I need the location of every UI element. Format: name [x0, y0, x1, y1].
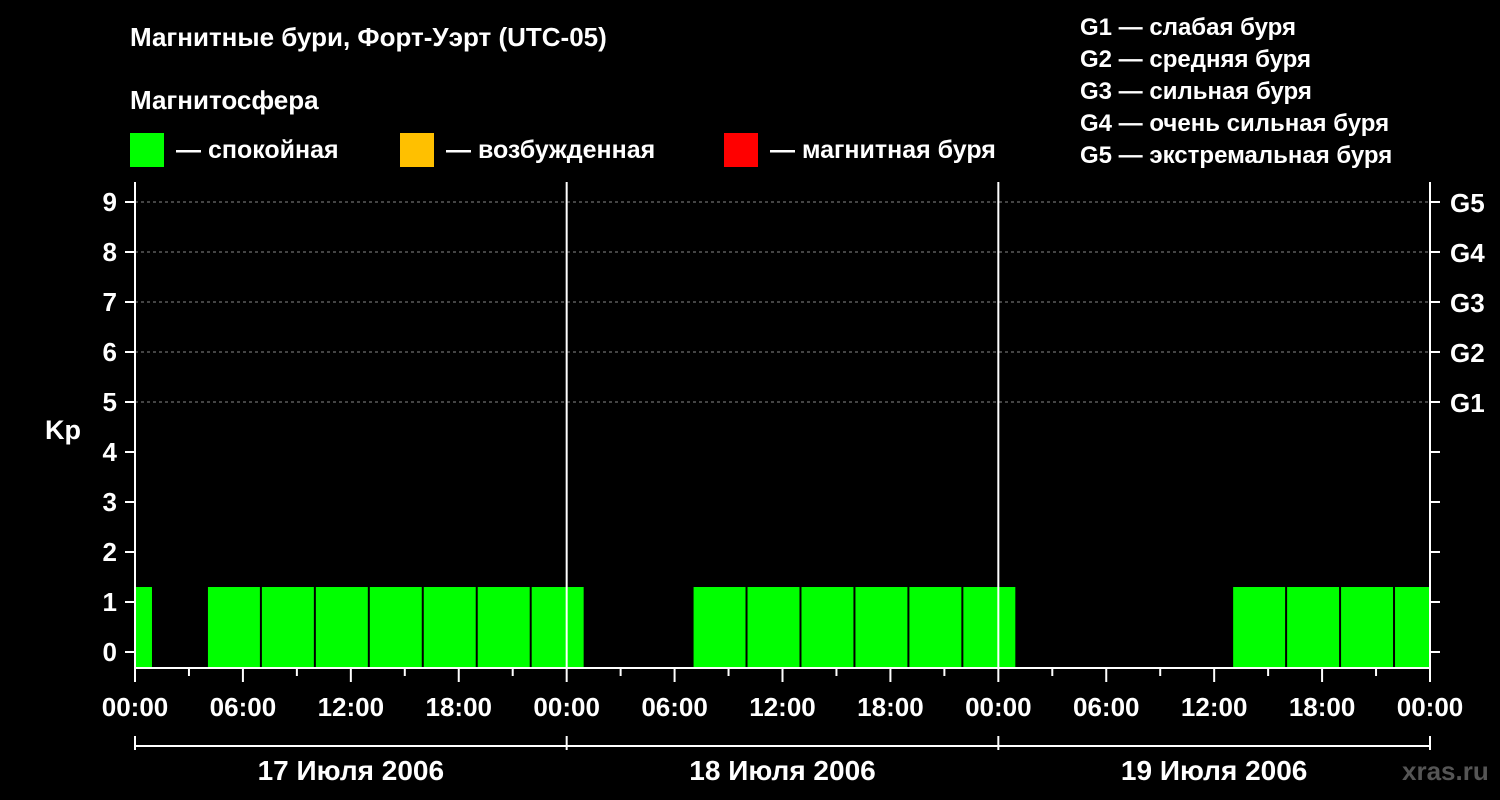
g-scale-tick-label: G2 [1450, 338, 1485, 368]
y-tick-label: 6 [103, 337, 117, 367]
x-tick-label: 18:00 [1289, 692, 1356, 722]
y-tick-label: 8 [103, 237, 117, 267]
g-scale-tick-label: G1 [1450, 388, 1485, 418]
kp-bar [423, 587, 476, 668]
kp-bar [531, 587, 584, 668]
kp-bar [747, 587, 800, 668]
kp-bar [855, 587, 908, 668]
y-tick-label: 0 [103, 637, 117, 667]
watermark: xras.ru [1402, 756, 1489, 786]
kp-bar [963, 587, 1016, 668]
g-scale-tick-label: G5 [1450, 188, 1485, 218]
kp-bar [261, 587, 314, 668]
kp-bar [1233, 587, 1286, 668]
y-tick-label: 5 [103, 387, 117, 417]
kp-bar [207, 587, 260, 668]
g-scale-tick-label: G3 [1450, 288, 1485, 318]
x-tick-label: 00:00 [102, 692, 169, 722]
x-tick-label: 18:00 [857, 692, 924, 722]
x-tick-label: 00:00 [1397, 692, 1464, 722]
kp-bar [315, 587, 368, 668]
x-tick-label: 00:00 [533, 692, 600, 722]
x-tick-label: 12:00 [1181, 692, 1248, 722]
kp-bar [369, 587, 422, 668]
y-tick-label: 4 [103, 437, 118, 467]
x-tick-label: 06:00 [210, 692, 277, 722]
day-label: 19 Июля 2006 [1121, 755, 1307, 786]
g-scale-tick-label: G4 [1450, 238, 1485, 268]
y-tick-label: 7 [103, 287, 117, 317]
x-tick-label: 18:00 [426, 692, 493, 722]
y-tick-label: 9 [103, 187, 117, 217]
kp-bar [1395, 587, 1429, 668]
y-tick-label: 1 [103, 587, 117, 617]
x-tick-label: 12:00 [749, 692, 816, 722]
x-tick-label: 06:00 [1073, 692, 1140, 722]
kp-bar [693, 587, 746, 668]
kp-chart: 0 1 2 3 4 5 6 7 8 9 Kp G1 G2 G3 G4 G5 00:00 06:00 12:00 18:… [45, 182, 1485, 786]
x-tick-label: 12:00 [318, 692, 385, 722]
y-tick-label: 2 [103, 537, 117, 567]
day-label: 17 Июля 2006 [258, 755, 444, 786]
y-tick-label: 3 [103, 487, 117, 517]
kp-bar [136, 587, 152, 668]
x-tick-label: 06:00 [641, 692, 708, 722]
kp-bar [1287, 587, 1340, 668]
x-tick-label: 00:00 [965, 692, 1032, 722]
kp-bar [1341, 587, 1394, 668]
kp-bar [477, 587, 530, 668]
y-axis-label: Kp [45, 415, 81, 445]
kp-bar [801, 587, 854, 668]
day-label: 18 Июля 2006 [689, 755, 875, 786]
kp-bar [909, 587, 962, 668]
